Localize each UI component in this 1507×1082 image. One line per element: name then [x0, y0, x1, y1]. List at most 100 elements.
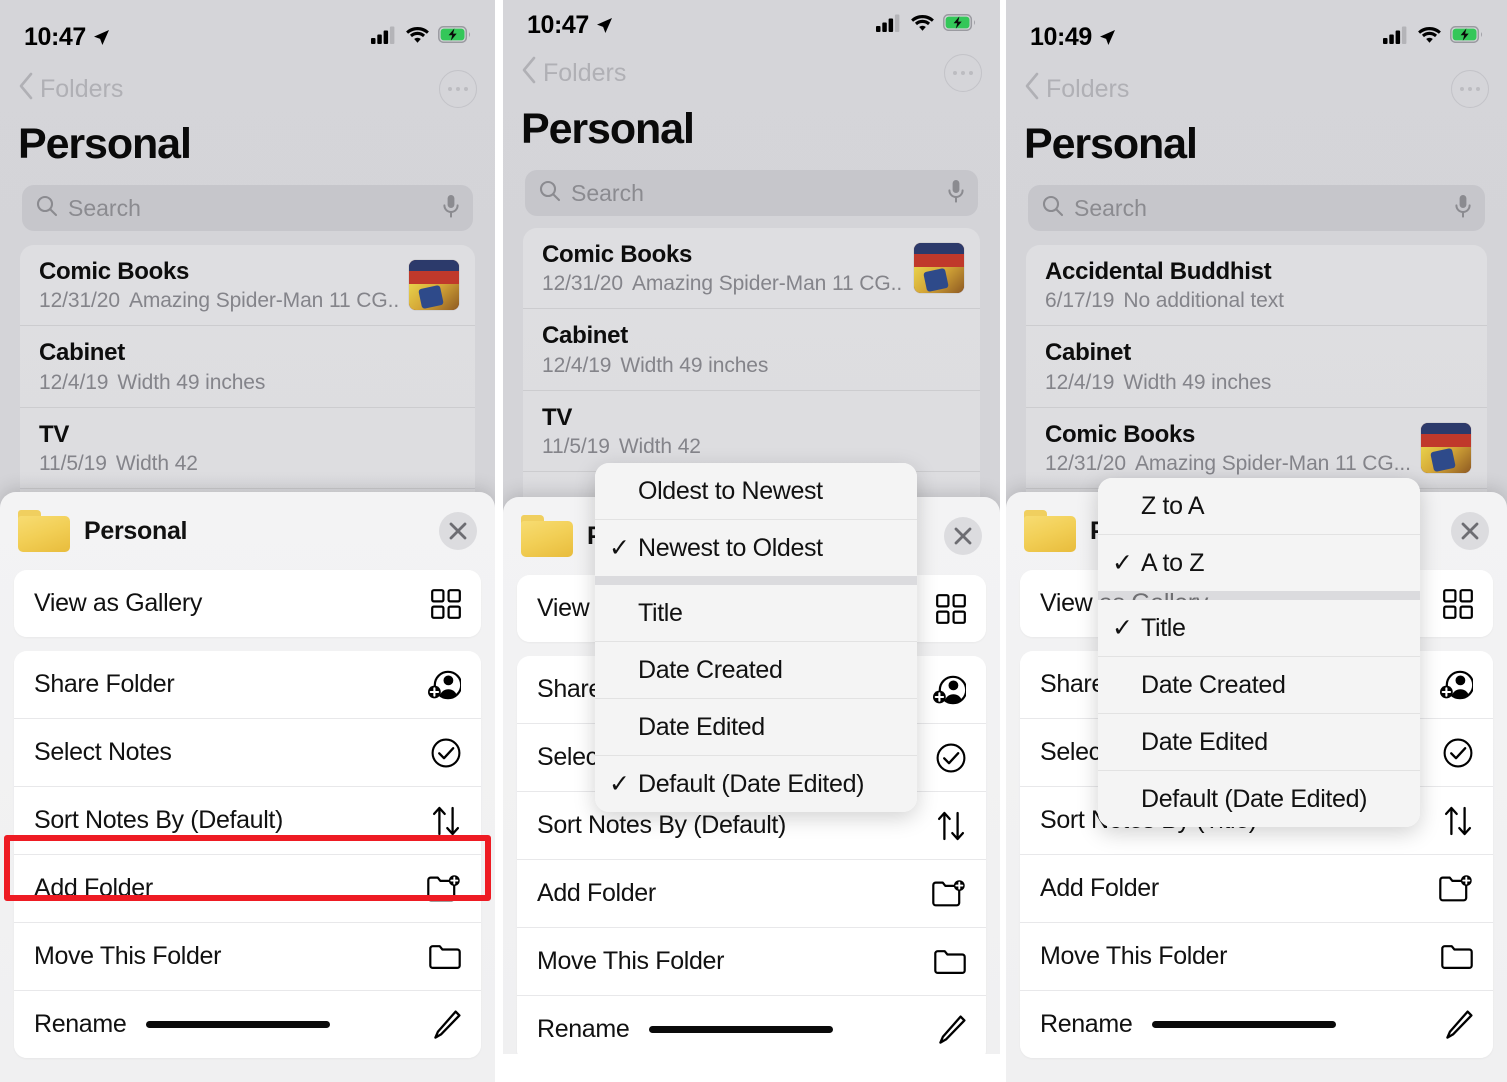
pencil-icon	[938, 1014, 966, 1045]
note-row[interactable]: Accidental Buddhist 6/17/19 No additional …	[1026, 245, 1487, 327]
popover-option-date-created[interactable]: Date Created	[1098, 657, 1420, 714]
status-bar-right	[1383, 26, 1483, 49]
sort-options-popover: Z to A ✓ A to Z ✓ Title Date Created Date Edit…	[1098, 478, 1420, 827]
note-row[interactable]: Cabinet 12/4/19 Width 49 inches	[20, 326, 475, 408]
menu-item-rename[interactable]: Rename	[517, 996, 986, 1063]
menu-item-add-folder[interactable]: Add Folder	[517, 860, 986, 928]
menu-item-rename[interactable]: Rename	[14, 991, 481, 1058]
popover-option-date-edited[interactable]: Date Edited	[1098, 714, 1420, 771]
note-title: Cabinet	[542, 322, 628, 350]
note-date: 12/4/19	[542, 353, 612, 377]
microphone-icon[interactable]	[443, 194, 459, 223]
note-row[interactable]: TV 11/5/19 Width 42	[20, 408, 475, 489]
note-date: 12/4/19	[39, 370, 109, 394]
search-input[interactable]: Search	[1028, 185, 1485, 231]
popover-option-oldest-to-newest[interactable]: Oldest to Newest	[595, 463, 917, 520]
action-sheet: Personal View as Gallery Share Folder Selec…	[0, 492, 495, 1082]
note-date: 11/5/19	[542, 434, 610, 458]
back-button[interactable]: Folders	[521, 56, 626, 91]
note-row-text: Cabinet 12/4/19 Width 49 inches	[542, 321, 964, 377]
menu-item-left: Sort Notes By (Default)	[537, 811, 786, 840]
popover-separator	[595, 576, 917, 585]
sort-arrows-icon	[1443, 805, 1473, 837]
note-row[interactable]: Cabinet 12/4/19 Width 49 inches	[1026, 326, 1487, 408]
popover-option-default-date-edited[interactable]: Default (Date Edited)	[1098, 771, 1420, 827]
popover-option-label: Date Edited	[638, 712, 765, 741]
menu-item-move-this-folder[interactable]: Move This Folder	[14, 923, 481, 991]
menu-item-left: Rename	[1040, 1010, 1337, 1039]
circle-check-icon	[1443, 738, 1473, 768]
menu-item-add-folder[interactable]: Add Folder	[1020, 855, 1493, 923]
note-date: 6/17/19	[1045, 289, 1115, 313]
note-snippet: Width 49 inches	[620, 353, 769, 377]
microphone-icon[interactable]	[1455, 194, 1471, 223]
note-snippet: Amazing Spider-Man 11 CG...	[631, 272, 904, 296]
popover-option-date-edited[interactable]: Date Edited	[595, 699, 917, 756]
popover-option-date-created[interactable]: Date Created	[595, 642, 917, 699]
close-icon[interactable]	[439, 512, 477, 550]
panel-3: 10:49 Folders Personal Search Accidental Bud…	[1006, 0, 1507, 1082]
ellipsis-circle-icon[interactable]	[1451, 70, 1489, 108]
close-icon[interactable]	[944, 517, 982, 555]
popover-option-a-to-z[interactable]: ✓ A to Z	[1098, 535, 1420, 591]
note-title: Comic Books	[542, 241, 693, 268]
popover-option-title[interactable]: Title	[595, 585, 917, 642]
folder-add-icon	[427, 875, 461, 902]
search-input[interactable]: Search	[525, 170, 978, 216]
popover-group: Oldest to Newest ✓ Newest to Oldest	[595, 463, 917, 576]
note-row-text: Comic Books 12/31/20 Amazing Spider-Man 11…	[1045, 420, 1411, 476]
search-input[interactable]: Search	[22, 185, 473, 231]
popover-option-default-date-edited[interactable]: ✓ Default (Date Edited)	[595, 756, 917, 812]
menu-item-rename[interactable]: Rename	[1020, 991, 1493, 1058]
popover-group: Z to A ✓ A to Z	[1098, 478, 1420, 591]
note-row[interactable]: Comic Books 12/31/20 Amazing Spider-Man 11…	[1026, 408, 1487, 489]
note-row-text: Cabinet 12/4/19 Width 49 inches	[1045, 338, 1471, 394]
popover-option-label: Title	[1141, 613, 1186, 642]
status-bar: 10:47	[503, 2, 1000, 48]
menu-item-label: Share Folder	[34, 670, 175, 698]
ellipsis-circle-icon[interactable]	[439, 70, 477, 108]
popover-option-label: Default (Date Edited)	[638, 769, 865, 798]
menu-item-left: Sort Notes By (Default)	[34, 806, 283, 835]
ellipsis-circle-icon[interactable]	[944, 54, 982, 92]
microphone-icon[interactable]	[948, 179, 964, 208]
page-title: Personal	[18, 120, 192, 168]
redacted-bar	[146, 1021, 331, 1028]
nav-bar: Folders	[0, 66, 495, 112]
search-icon	[539, 180, 561, 207]
popover-option-title[interactable]: ✓ Title	[1098, 600, 1420, 657]
cellular-signal-icon	[371, 26, 397, 49]
back-button[interactable]: Folders	[1024, 72, 1129, 107]
menu-group: Share Folder Select Notes Sort Notes By (D…	[14, 651, 481, 1058]
menu-item-sort-notes-by-default[interactable]: Sort Notes By (Default)	[14, 787, 481, 855]
note-row[interactable]: Comic Books 12/31/20 Amazing Spider-Man 11…	[523, 228, 980, 310]
popover-separator	[1098, 591, 1420, 600]
note-thumbnail	[409, 260, 459, 311]
note-subtitle: 12/31/20 Amazing Spider-Man 11 CG...	[1045, 452, 1411, 476]
popover-option-label: Default (Date Edited)	[1141, 784, 1368, 813]
note-subtitle: 11/5/19 Width 42	[542, 435, 964, 459]
popover-option-newest-to-oldest[interactable]: ✓ Newest to Oldest	[595, 520, 917, 576]
popover-option-z-to-a[interactable]: Z to A	[1098, 478, 1420, 535]
back-button[interactable]: Folders	[18, 72, 123, 107]
phone-screen: 10:47 Folders Personal Search Comic Books 12/…	[0, 0, 495, 1082]
back-button-label: Folders	[543, 58, 627, 87]
note-subtitle: 12/4/19 Width 49 inches	[542, 354, 964, 378]
redacted-bar	[1152, 1021, 1337, 1028]
menu-item-select-notes[interactable]: Select Notes	[14, 719, 481, 787]
note-row[interactable]: Cabinet 12/4/19 Width 49 inches	[523, 309, 980, 391]
menu-item-move-this-folder[interactable]: Move This Folder	[517, 928, 986, 996]
menu-item-share-folder[interactable]: Share Folder	[14, 651, 481, 719]
note-subtitle: 12/4/19 Width 49 inches	[39, 371, 459, 395]
note-subtitle: 12/4/19 Width 49 inches	[1045, 371, 1471, 395]
menu-item-label: Rename	[537, 1015, 630, 1043]
person-add-icon	[932, 675, 966, 705]
note-row[interactable]: Comic Books 12/31/20 Amazing Spider-Man 11…	[20, 245, 475, 327]
popover-option-label: Z to A	[1141, 491, 1205, 520]
panel-1: 10:47 Folders Personal Search Comic Books 12/…	[0, 0, 495, 1082]
menu-item-add-folder[interactable]: Add Folder	[14, 855, 481, 923]
menu-item-view-as-gallery[interactable]: View as Gallery	[14, 570, 481, 637]
menu-item-move-this-folder[interactable]: Move This Folder	[1020, 923, 1493, 991]
close-icon[interactable]	[1451, 512, 1489, 550]
note-row[interactable]: TV 11/5/19 Width 42	[523, 391, 980, 472]
